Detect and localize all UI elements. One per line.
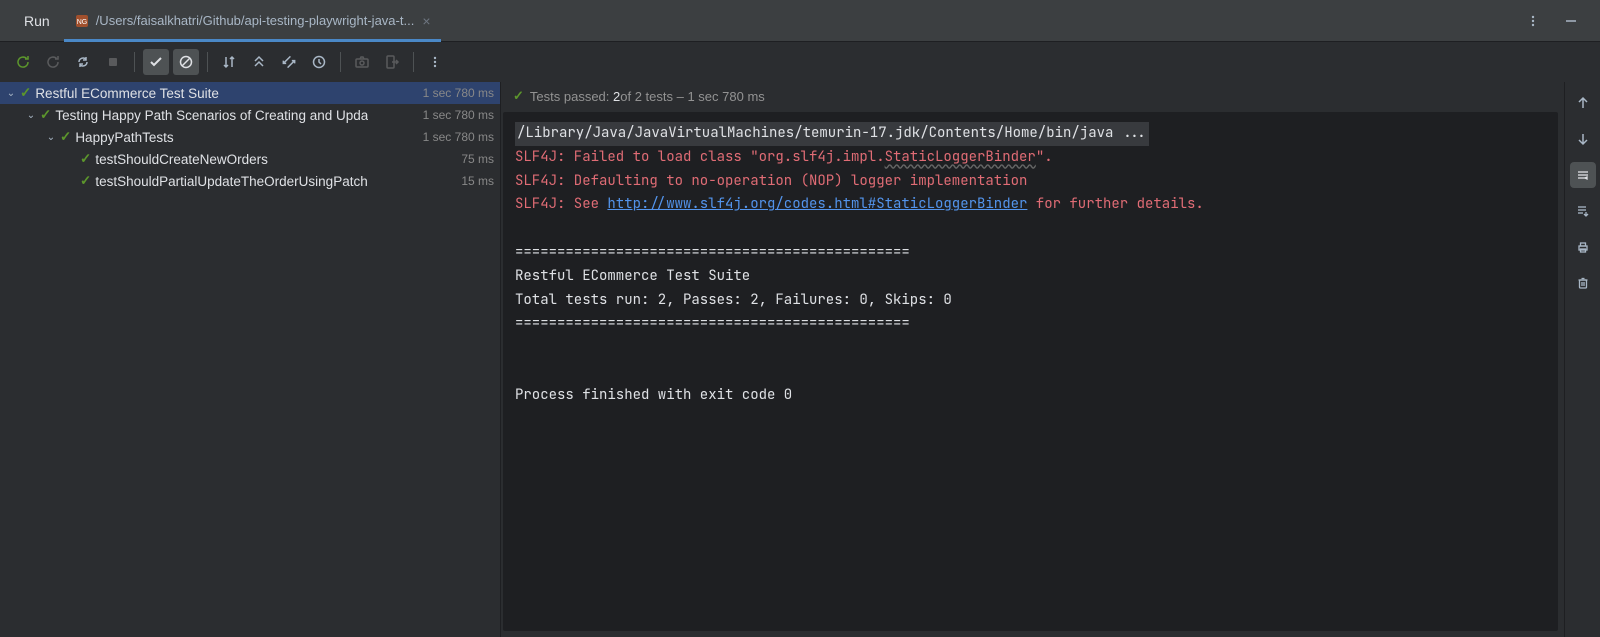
- more-vertical-icon[interactable]: [422, 49, 448, 75]
- chevron-down-icon[interactable]: ⌄: [44, 132, 58, 143]
- run-tool-label: Run: [10, 13, 64, 29]
- toggle-auto-test-icon[interactable]: [70, 49, 96, 75]
- soft-wrap-icon[interactable]: [1570, 162, 1596, 188]
- duration-label: 1 sec 780 ms: [417, 108, 494, 122]
- tree-class-label: HappyPathTests: [75, 130, 173, 145]
- console-error-line: SLF4J: See http://www.slf4j.org/codes.ht…: [515, 193, 1546, 217]
- test-tree: ⌄ ✓ Restful ECommerce Test Suite 1 sec 7…: [0, 82, 500, 637]
- console-output[interactable]: /Library/Java/JavaVirtualMachines/temuri…: [503, 112, 1558, 631]
- duration-label: 15 ms: [455, 174, 494, 188]
- scroll-down-icon[interactable]: [1570, 126, 1596, 152]
- console-exit-line: Process finished with exit code 0: [515, 384, 1546, 408]
- top-tab-bar: Run NG /Users/faisalkhatri/Github/api-te…: [0, 0, 1600, 42]
- tree-suite-label: Testing Happy Path Scenarios of Creating…: [55, 108, 368, 123]
- tree-root-label: Restful ECommerce Test Suite: [35, 86, 219, 101]
- tab-title: /Users/faisalkhatri/Github/api-testing-p…: [96, 13, 415, 28]
- slf4j-link[interactable]: http://www.slf4j.org/codes.html#StaticLo…: [607, 195, 1027, 213]
- console-totals: Total tests run: 2, Passes: 2, Failures:…: [515, 289, 1546, 313]
- svg-text:NG: NG: [76, 19, 87, 26]
- tests-passed-label: Tests passed:: [530, 89, 610, 104]
- scroll-to-end-icon[interactable]: [1570, 198, 1596, 224]
- screenshot-icon[interactable]: [349, 49, 375, 75]
- tests-summary-bar: ✓ Tests passed: 2 of 2 tests – 1 sec 780…: [501, 82, 1564, 110]
- duration-label: 1 sec 780 ms: [417, 86, 494, 100]
- tree-test-label: testShouldCreateNewOrders: [95, 152, 268, 167]
- console-command-line: /Library/Java/JavaVirtualMachines/temuri…: [515, 122, 1149, 146]
- console-error-line: SLF4J: Failed to load class "org.slf4j.i…: [515, 146, 1546, 170]
- console-separator: ========================================…: [515, 312, 1546, 336]
- testng-file-icon: NG: [74, 13, 90, 29]
- show-passed-icon[interactable]: [143, 49, 169, 75]
- exit-icon[interactable]: [379, 49, 405, 75]
- tree-suite-row[interactable]: ⌄ ✓ Testing Happy Path Scenarios of Crea…: [0, 104, 500, 126]
- show-ignored-icon[interactable]: [173, 49, 199, 75]
- collapse-all-icon[interactable]: [276, 49, 302, 75]
- check-icon: ✓: [513, 88, 524, 104]
- console-separator: ========================================…: [515, 241, 1546, 265]
- check-icon: ✓: [80, 151, 91, 167]
- rerun-icon[interactable]: [10, 49, 36, 75]
- tests-passed-count: 2: [613, 89, 620, 104]
- history-icon[interactable]: [306, 49, 332, 75]
- stop-icon[interactable]: [100, 49, 126, 75]
- tree-class-row[interactable]: ⌄ ✓ HappyPathTests 1 sec 780 ms: [0, 126, 500, 148]
- console-error-line: SLF4J: Defaulting to no-operation (NOP) …: [515, 170, 1546, 194]
- console-suite-name: Restful ECommerce Test Suite: [515, 265, 1546, 289]
- tests-total-label: of 2 tests – 1 sec 780 ms: [620, 89, 765, 104]
- tree-test-row[interactable]: ✓ testShouldPartialUpdateTheOrderUsingPa…: [0, 170, 500, 192]
- duration-label: 75 ms: [455, 152, 494, 166]
- scroll-up-icon[interactable]: [1570, 90, 1596, 116]
- sort-icon[interactable]: [216, 49, 242, 75]
- check-icon: ✓: [60, 129, 71, 145]
- console-panel: ✓ Tests passed: 2 of 2 tests – 1 sec 780…: [500, 82, 1564, 637]
- expand-all-icon[interactable]: [246, 49, 272, 75]
- clear-all-icon[interactable]: [1570, 270, 1596, 296]
- chevron-down-icon[interactable]: ⌄: [4, 88, 18, 99]
- check-icon: ✓: [20, 85, 31, 101]
- more-vertical-icon[interactable]: [1522, 10, 1544, 32]
- check-icon: ✓: [80, 173, 91, 189]
- minimize-icon[interactable]: [1560, 10, 1582, 32]
- tree-test-label: testShouldPartialUpdateTheOrderUsingPatc…: [95, 174, 367, 189]
- run-config-tab[interactable]: NG /Users/faisalkhatri/Github/api-testin…: [64, 0, 441, 41]
- run-toolbar: [0, 42, 1600, 82]
- tree-test-row[interactable]: ✓ testShouldCreateNewOrders 75 ms: [0, 148, 500, 170]
- print-icon[interactable]: [1570, 234, 1596, 260]
- console-gutter: [1564, 82, 1600, 637]
- chevron-down-icon[interactable]: ⌄: [24, 110, 38, 121]
- duration-label: 1 sec 780 ms: [417, 130, 494, 144]
- tree-root-row[interactable]: ⌄ ✓ Restful ECommerce Test Suite 1 sec 7…: [0, 82, 500, 104]
- close-tab-icon[interactable]: ×: [422, 13, 430, 29]
- rerun-failed-icon[interactable]: [40, 49, 66, 75]
- check-icon: ✓: [40, 107, 51, 123]
